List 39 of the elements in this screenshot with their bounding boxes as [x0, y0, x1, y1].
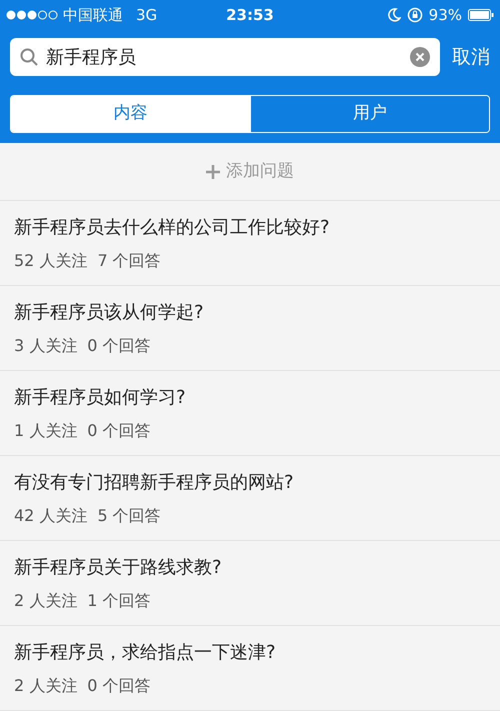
question-item[interactable]: 有没有专门招聘新手程序员的网站? 42 人关注 5 个回答: [0, 456, 500, 541]
answer-count: 0 个回答: [87, 420, 151, 442]
follower-count: 3 人关注: [14, 334, 78, 356]
answer-count: 0 个回答: [87, 674, 151, 696]
battery-percent: 93%: [428, 4, 462, 26]
question-item[interactable]: 新手程序员关于路线求教? 2 人关注 1 个回答: [0, 541, 500, 626]
question-title: 新手程序员如何学习?: [14, 386, 187, 410]
question-item[interactable]: 新手程序员去什么样的公司工作比较好? 52 人关注 7 个回答: [0, 201, 500, 286]
question-title: 新手程序员去什么样的公司工作比较好?: [14, 216, 331, 240]
carrier-name: 中国联通: [63, 4, 123, 26]
answer-count: 7 个回答: [97, 250, 161, 272]
search-field[interactable]: 新手程序员: [10, 38, 440, 76]
rotation-lock-icon: [406, 7, 423, 23]
question-title: 新手程序员该从何学起?: [14, 300, 205, 324]
network-type: 3G: [136, 4, 158, 26]
follower-count: 1 人关注: [14, 420, 78, 442]
tab[interactable]: 内容: [11, 96, 250, 132]
answer-count: 1 个回答: [87, 590, 151, 612]
tab[interactable]: 用户: [250, 96, 489, 132]
follower-count: 2 人关注: [14, 590, 78, 612]
question-item[interactable]: 新手程序员如何学习? 1 人关注 0 个回答: [0, 371, 500, 456]
follower-count: 2 人关注: [14, 674, 78, 696]
question-title: 新手程序员，求给指点一下迷津?: [14, 640, 277, 664]
question-title: 有没有专门招聘新手程序员的网站?: [14, 470, 295, 494]
moon-icon: [386, 8, 401, 22]
cancel-button[interactable]: 取消: [452, 42, 490, 72]
signal-icon: [6, 10, 58, 20]
question-item[interactable]: 新手程序员该从何学起? 3 人关注 0 个回答: [0, 286, 500, 371]
battery-icon: [468, 9, 494, 21]
plus-icon: [206, 164, 220, 178]
question-item[interactable]: 新手程序员，求给指点一下迷津? 2 人关注 0 个回答: [0, 626, 500, 711]
clear-icon[interactable]: [410, 47, 430, 67]
follower-count: 42 人关注: [14, 504, 88, 526]
search-icon: [20, 48, 38, 66]
answer-count: 0 个回答: [87, 334, 151, 356]
question-title: 新手程序员关于路线求教?: [14, 556, 223, 580]
answer-count: 5 个回答: [97, 504, 161, 526]
clock-time: 23:53: [226, 4, 274, 26]
follower-count: 52 人关注: [14, 250, 88, 272]
